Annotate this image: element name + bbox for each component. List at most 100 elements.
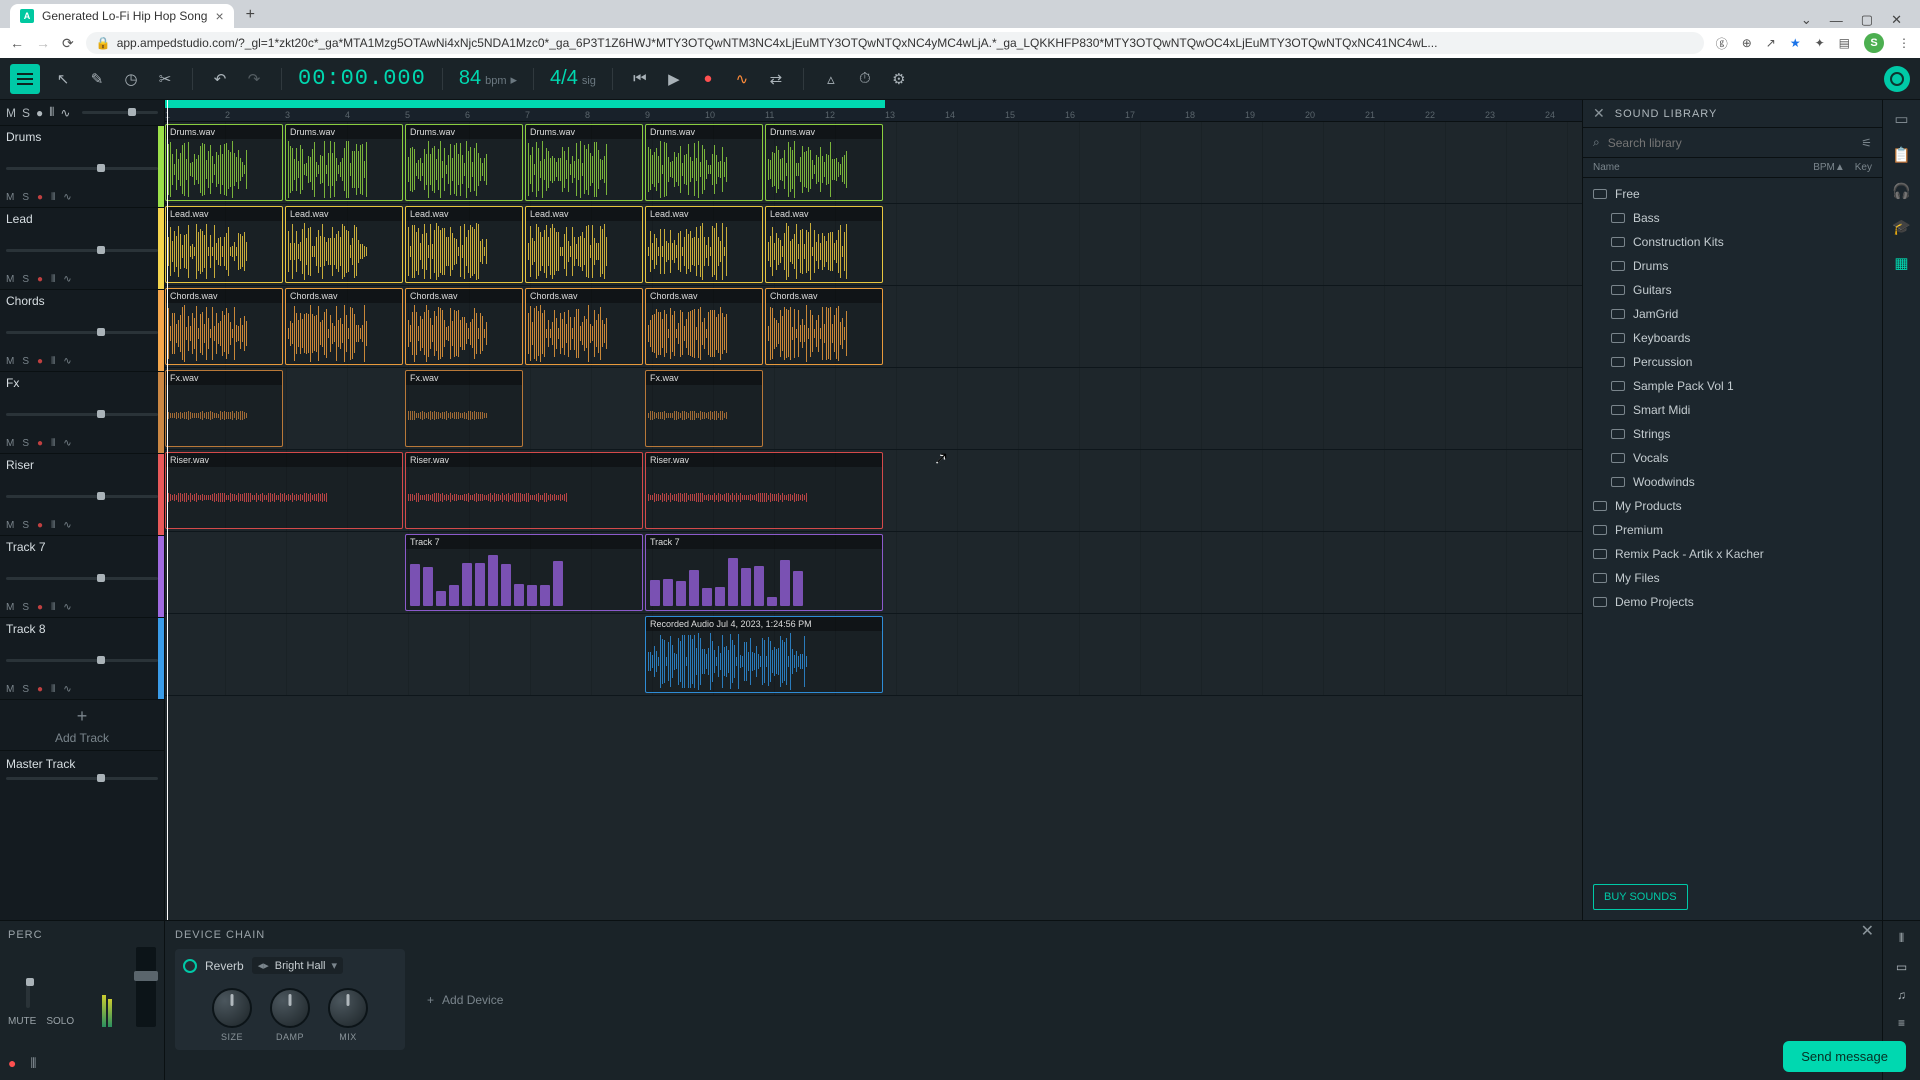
chat-widget[interactable]: Send message <box>1783 1041 1906 1072</box>
track-header[interactable]: Track 8 M S ● ⫴ ∿ <box>0 618 164 700</box>
clip[interactable]: Chords.wav <box>165 288 283 365</box>
library-folder[interactable]: Guitars <box>1583 278 1882 302</box>
timeline[interactable]: 123456789101112131415161718192021222324 … <box>165 100 1582 920</box>
track-volume-slider[interactable] <box>6 659 158 662</box>
track-header[interactable]: Drums M S ● ⫴ ∿ <box>0 126 164 208</box>
solo-button[interactable]: S <box>22 602 29 613</box>
clip[interactable]: Lead.wav <box>525 206 643 283</box>
maximize-icon[interactable]: ▢ <box>1861 12 1873 28</box>
install-icon[interactable]: ⊕ <box>1742 36 1752 50</box>
mute-button[interactable]: M <box>6 274 14 285</box>
automation-lane-icon[interactable]: ∿ <box>63 192 71 203</box>
track-lane[interactable]: Drums.wav Drums.wav Drums.wav Drums.wav … <box>165 122 1582 204</box>
editor-view-icon[interactable]: ▭ <box>1896 960 1907 974</box>
track-lane[interactable]: Recorded Audio Jul 4, 2023, 1:24:56 PM <box>165 614 1582 696</box>
preset-selector[interactable]: ◂▸ Bright Hall ▾ <box>252 957 343 974</box>
library-folder[interactable]: Drums <box>1583 254 1882 278</box>
clip[interactable]: Lead.wav <box>285 206 403 283</box>
mute-button[interactable]: M <box>6 192 14 203</box>
track-volume-slider[interactable] <box>6 577 158 580</box>
share-icon[interactable]: ↗ <box>1766 36 1776 50</box>
clip[interactable]: Track 7 <box>645 534 883 611</box>
clip[interactable]: Drums.wav <box>285 124 403 201</box>
library-folder[interactable]: Demo Projects <box>1583 590 1882 614</box>
time-display[interactable]: 00:00.000 <box>298 66 426 91</box>
arm-record-icon[interactable]: ● <box>37 684 43 695</box>
library-folder[interactable]: Free <box>1583 182 1882 206</box>
loop-region[interactable] <box>165 100 885 108</box>
solo-button[interactable]: S <box>22 192 29 203</box>
mute-button[interactable]: M <box>6 520 14 531</box>
clip[interactable]: Recorded Audio Jul 4, 2023, 1:24:56 PM <box>645 616 883 693</box>
power-icon[interactable] <box>183 959 197 973</box>
master-zoom-slider[interactable] <box>82 111 158 114</box>
graduation-icon[interactable]: 🎓 <box>1892 218 1911 236</box>
arm-record-icon[interactable]: ● <box>37 274 43 285</box>
knob-dial[interactable] <box>212 988 252 1028</box>
meter-icon[interactable]: ⫴ <box>51 356 55 367</box>
tab-close-icon[interactable]: × <box>215 8 223 24</box>
automation-lane-icon[interactable]: ∿ <box>63 520 71 531</box>
forward-icon[interactable]: → <box>36 35 50 51</box>
track-lane[interactable]: Riser.wav Riser.wav Riser.wav <box>165 450 1582 532</box>
rewind-icon[interactable]: ⏮ <box>629 70 651 87</box>
mute-button[interactable]: M <box>6 438 14 449</box>
record-icon[interactable]: ● <box>697 70 719 87</box>
clip[interactable]: Fx.wav <box>405 370 523 447</box>
library-folder[interactable]: My Products <box>1583 494 1882 518</box>
library-tab-icon[interactable]: ▦ <box>1894 254 1908 272</box>
master-track-header[interactable]: Master Track <box>0 750 164 788</box>
col-name[interactable]: Name <box>1593 162 1813 173</box>
automation-lane-icon[interactable]: ∿ <box>63 602 71 613</box>
clip[interactable]: Drums.wav <box>165 124 283 201</box>
redo-icon[interactable]: ↷ <box>243 70 265 88</box>
solo-button[interactable]: S <box>22 684 29 695</box>
scissors-tool-icon[interactable]: ✂ <box>154 70 176 88</box>
metronome-icon[interactable]: ▵ <box>820 70 842 88</box>
meter-icon[interactable]: ⫴ <box>51 684 55 695</box>
track-header[interactable]: Chords M S ● ⫴ ∿ <box>0 290 164 372</box>
library-folder[interactable]: Premium <box>1583 518 1882 542</box>
master-volume-slider[interactable] <box>6 777 158 780</box>
col-bpm[interactable]: BPM▲ <box>1813 162 1845 173</box>
track-lane[interactable]: Lead.wav Lead.wav Lead.wav Lead.wav Lead… <box>165 204 1582 286</box>
automation-lane-icon[interactable]: ∿ <box>63 274 71 285</box>
clip[interactable]: Fx.wav <box>165 370 283 447</box>
library-folder[interactable]: Remix Pack - Artik x Kacher <box>1583 542 1882 566</box>
hamburger-menu[interactable] <box>10 64 40 94</box>
automation-lane-icon[interactable]: ∿ <box>63 438 71 449</box>
search-input[interactable] <box>1608 136 1854 150</box>
knob-dial[interactable] <box>270 988 310 1028</box>
library-list[interactable]: FreeBassConstruction KitsDrumsGuitarsJam… <box>1583 178 1882 874</box>
clip[interactable]: Riser.wav <box>165 452 403 529</box>
clip[interactable]: Chords.wav <box>285 288 403 365</box>
track-lane[interactable]: Track 7 Track 7 <box>165 532 1582 614</box>
clip[interactable]: Lead.wav <box>645 206 763 283</box>
piano-roll-icon[interactable]: ♫ <box>1897 988 1906 1002</box>
sidebar-icon[interactable]: ▤ <box>1839 36 1850 50</box>
library-folder[interactable]: Bass <box>1583 206 1882 230</box>
device-reverb[interactable]: Reverb ◂▸ Bright Hall ▾ SIZEDAMPMIX <box>175 949 405 1050</box>
clip[interactable]: Riser.wav <box>405 452 643 529</box>
mute-button[interactable]: M <box>6 684 14 695</box>
library-folder[interactable]: Strings <box>1583 422 1882 446</box>
new-tab-button[interactable]: + <box>238 2 263 28</box>
mute-button[interactable]: M <box>6 356 14 367</box>
solo-button[interactable]: S <box>22 106 30 120</box>
track-header[interactable]: Fx M S ● ⫴ ∿ <box>0 372 164 454</box>
arm-record-icon[interactable]: ● <box>37 602 43 613</box>
library-folder[interactable]: Keyboards <box>1583 326 1882 350</box>
timeline-ruler[interactable]: 123456789101112131415161718192021222324 <box>165 100 1582 122</box>
clip[interactable]: Track 7 <box>405 534 643 611</box>
arm-record-icon[interactable]: ● <box>37 192 43 203</box>
automation-icon[interactable]: ∿ <box>731 70 753 88</box>
chevron-down-icon[interactable]: ⌄ <box>1801 12 1812 28</box>
automation-lane-icon[interactable]: ∿ <box>63 356 71 367</box>
fader[interactable] <box>136 947 156 1027</box>
close-window-icon[interactable]: ✕ <box>1891 12 1902 28</box>
solo-button[interactable]: S <box>22 356 29 367</box>
track-volume-slider[interactable] <box>6 495 158 498</box>
clip[interactable]: Lead.wav <box>165 206 283 283</box>
filter-icon[interactable]: ⚟ <box>1861 136 1872 150</box>
mute-button[interactable]: MUTE <box>8 1016 36 1027</box>
